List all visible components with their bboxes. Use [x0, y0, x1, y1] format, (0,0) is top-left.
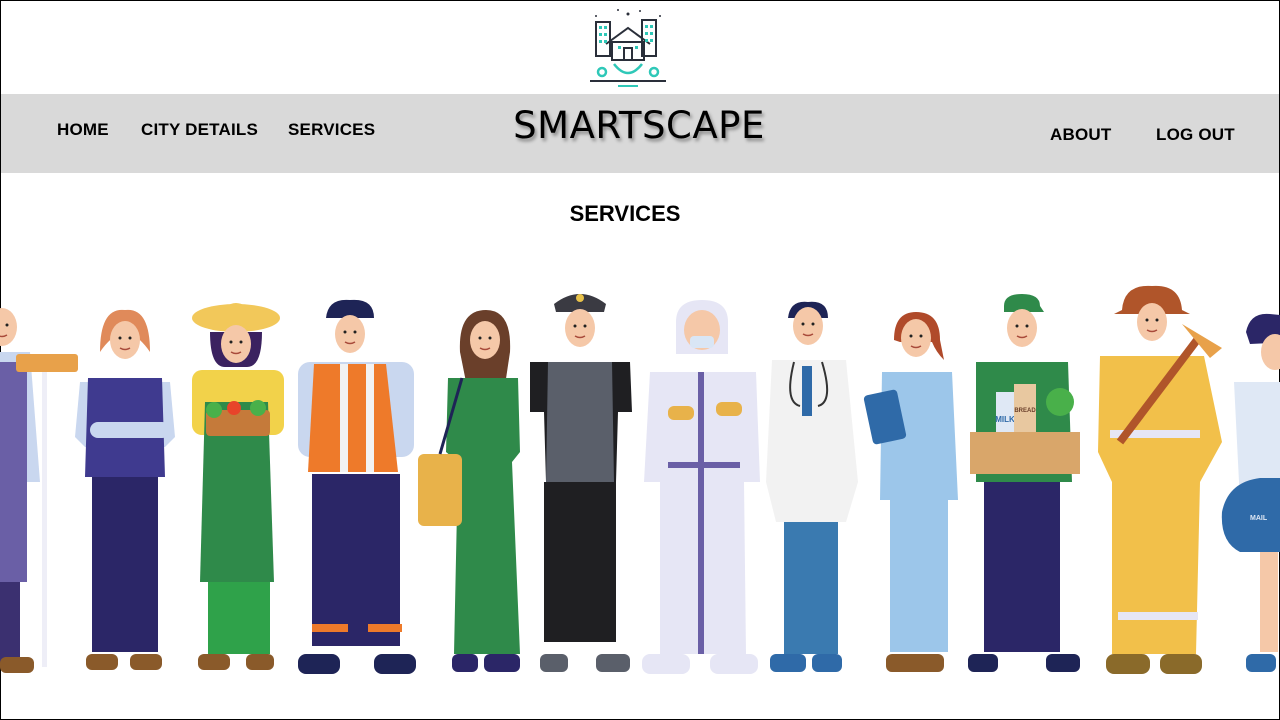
worker-police [530, 294, 632, 672]
worker-nurse [863, 312, 958, 672]
mail-bag-label: MAIL [1250, 515, 1268, 522]
worker-farmer [192, 303, 284, 670]
worker-vet [418, 310, 520, 672]
bread-bag-label: BREAD [1014, 408, 1036, 414]
worker-grocer: MILK BREAD [968, 294, 1080, 672]
worker-construction [298, 299, 416, 674]
milk-carton-label: MILK [995, 415, 1015, 424]
worker-hazmat [642, 300, 760, 674]
brand-title: SMARTSCAPE [513, 104, 765, 147]
worker-cleaner [0, 307, 78, 673]
worker-firefighter [1098, 285, 1222, 674]
page-title: SERVICES [569, 201, 681, 226]
worker-doctor [766, 301, 858, 672]
worker-mail-carrier: MAIL [1221, 313, 1280, 672]
service-workers-illustration: MILK BREAD MAIL [0, 285, 1280, 674]
smart-city-logo-icon[interactable] [582, 6, 674, 90]
worker-office [75, 309, 175, 670]
